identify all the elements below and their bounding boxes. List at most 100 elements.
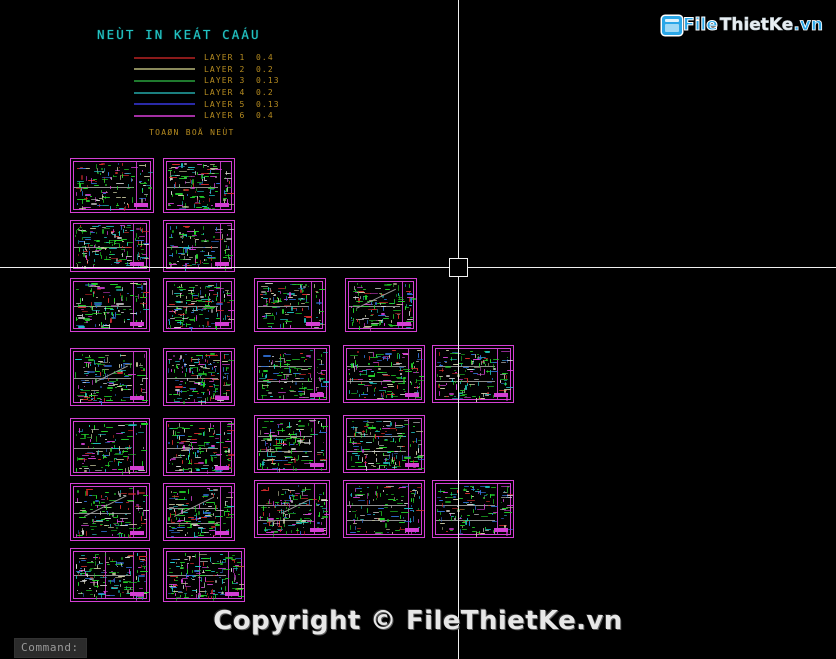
sheet-geometry [113,523,116,525]
drawing-sheet[interactable] [254,480,330,538]
sheet-geometry [173,316,182,318]
drawing-sheet[interactable] [70,548,150,602]
drawing-sheet[interactable] [432,345,514,403]
drawing-sheet[interactable] [254,345,330,403]
sheet-geometry [90,228,96,230]
sheet-geometry [94,323,96,327]
drawing-sheet[interactable] [254,278,326,332]
drawing-sheet[interactable] [70,348,150,406]
sheet-geometry [189,179,191,183]
sheet-geometry [100,501,105,503]
sheet-geometry [377,303,386,305]
command-line-bar[interactable]: Command: [14,636,87,658]
command-prompt[interactable]: Command: [14,638,87,658]
sheet-geometry [417,440,421,442]
cad-drawing-canvas[interactable]: NEÙT IN KEÁT CAÁU LAYER 1 0.4 LAYER 2 0.2 LA… [0,0,836,659]
drawing-sheet[interactable] [345,278,417,332]
sheet-geometry [187,435,193,437]
sheet-geometry [204,318,209,320]
sheet-geometry [364,355,366,358]
sheet-geometry [185,247,187,253]
sheet-geometry [297,301,299,305]
sheet-geometry [110,254,113,256]
sheet-geometry [112,435,114,438]
drawing-sheet[interactable] [163,483,235,541]
sheet-geometry [296,368,298,371]
sheet-geometry [317,420,319,424]
sheet-inner-frame [73,421,149,475]
sheet-geometry [126,256,133,258]
sheet-geometry [92,533,96,535]
drawing-sheet[interactable] [163,278,235,332]
drawing-sheet[interactable] [70,418,150,476]
sheet-geometry [440,384,446,387]
drawing-sheet[interactable] [70,158,154,213]
drawing-sheet[interactable] [163,220,235,272]
sheet-geometry [209,188,215,190]
logo-text-vn: .vn [793,15,823,35]
sheet-geometry [191,372,194,374]
sheet-geometry [183,593,187,595]
drawing-sheet[interactable] [70,278,150,332]
sheet-geometry [77,253,79,257]
sheet-geometry [463,397,471,399]
sheet-geometry [226,238,233,240]
sheet-geometry [138,237,140,239]
sheet-geometry [100,498,105,501]
sheet-geometry [279,395,281,399]
sheet-geometry [84,452,92,454]
sheet-column-separator [133,422,134,472]
sheet-geometry [480,361,482,366]
sheet-geometry [213,359,220,361]
drawing-sheet[interactable] [254,415,330,473]
sheet-geometry [439,522,445,524]
drawing-sheet[interactable] [70,483,150,541]
drawing-sheet[interactable] [343,415,425,473]
sheet-geometry [353,355,355,360]
sheet-geometry [197,593,199,597]
sheet-geometry [142,392,148,394]
sheet-geometry [85,254,87,260]
sheet-geometry [285,286,287,289]
sheet-geometry [225,188,227,192]
drawing-sheet[interactable] [163,418,235,476]
sheet-geometry [93,567,101,569]
sheet-geometry [385,289,391,291]
sheet-geometry [444,366,452,368]
sheet-geometry [206,592,208,595]
sheet-geometry [350,465,355,467]
sheet-geometry [224,372,230,374]
sheet-geometry [224,450,230,452]
drawing-sheet[interactable] [163,548,245,602]
sheet-geometry [206,443,209,445]
drawing-sheet[interactable] [343,345,425,403]
sheet-geometry [209,172,212,174]
sheet-inner-frame [166,281,234,331]
sheet-geometry [318,397,320,401]
sheet-geometry [291,283,299,285]
drawing-sheet[interactable] [432,480,514,538]
sheet-geometry [170,234,172,239]
drawing-sheet[interactable] [70,220,150,272]
sheet-geometry [189,257,194,259]
sheet-geometry [104,495,107,498]
sheet-geometry [262,465,264,470]
sheet-geometry [112,578,114,581]
sheet-geometry [84,242,91,244]
sheet-geometry [238,583,244,585]
sheet-geometry [404,423,410,425]
sheet-geometry [218,591,221,593]
drawing-sheet[interactable] [163,348,235,406]
sheet-geometry [221,592,224,594]
sheet-geometry [224,381,226,387]
sheet-geometry [126,500,134,502]
sheet-geometry [118,309,120,313]
sheet-geometry [75,533,78,538]
sheet-geometry [413,510,415,513]
sheet-geometry [128,493,137,495]
sheet-geometry [200,528,202,534]
drawing-sheet[interactable] [163,158,235,213]
sheet-geometry [288,441,290,446]
sheet-geometry [117,514,119,519]
drawing-sheet[interactable] [343,480,425,538]
